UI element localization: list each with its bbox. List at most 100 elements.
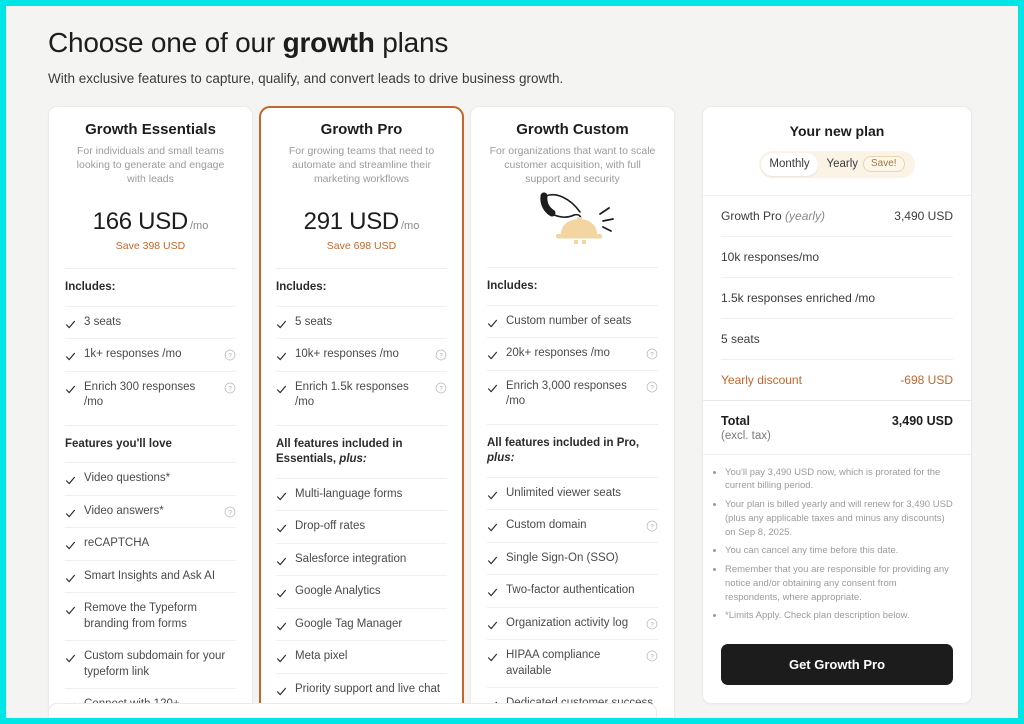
svg-text:?: ? (650, 622, 654, 628)
feature-row: Custom domain? (487, 509, 658, 542)
feature-row: Multi-language forms (276, 477, 447, 511)
plan-illustration (487, 188, 658, 251)
help-icon[interactable]: ? (224, 505, 236, 518)
svg-text:?: ? (650, 655, 654, 661)
feature-label: reCAPTCHA (84, 537, 150, 550)
plan-card-growth-pro[interactable]: Growth Pro For growing teams that need to… (259, 105, 464, 717)
feature-label: Organization activity log (506, 616, 629, 629)
svg-text:?: ? (650, 353, 654, 359)
plan-price-period: /mo (400, 220, 420, 233)
summary-total-row: Total (excl. tax) 3,490 USD (703, 399, 971, 454)
feature-label: Single Sign-On (SSO) (506, 551, 619, 564)
plan-card-group: Growth Essentials For individuals and sma… (48, 105, 675, 718)
feature-label: Google Analytics (295, 585, 381, 598)
summary-line-label: 1.5k responses enriched /mo (721, 290, 876, 305)
feature-label: HIPAA compliance available (506, 649, 601, 677)
help-icon[interactable]: ? (646, 617, 658, 630)
feature-label: Video answers* (84, 504, 164, 517)
page-subtitle: With exclusive features to capture, qual… (48, 70, 564, 86)
feature-row: Unlimited viewer seats (487, 476, 658, 510)
toggle-option-yearly[interactable]: Yearly Save! (818, 153, 913, 176)
feature-label: 20k+ responses /mo (506, 347, 610, 360)
feature-label: Drop-off rates (295, 520, 366, 533)
check-icon (276, 489, 287, 500)
help-icon[interactable]: ? (646, 380, 658, 392)
browser-viewport: Choose one of our growth plans With excl… (6, 6, 1018, 718)
feature-row: Priority support and live chat (276, 672, 447, 706)
check-icon (65, 571, 76, 582)
feature-row: HIPAA compliance available? (487, 639, 658, 687)
svg-text:?: ? (439, 386, 443, 392)
feature-row: Single Sign-On (SSO) (487, 541, 658, 575)
summary-line-label: Growth Pro (yearly) (721, 208, 826, 223)
summary-line: Yearly discount -698 USD (721, 358, 953, 400)
check-icon (65, 317, 76, 328)
toggle-option-yearly-label: Yearly (826, 158, 859, 171)
help-icon[interactable]: ? (646, 347, 658, 360)
fineprint-item: You can cancel any time before this date… (725, 544, 953, 558)
plan-description: For individuals and small teams looking … (76, 144, 225, 185)
check-icon (487, 585, 498, 597)
extra-features-title: All features included in Pro, plus: (487, 423, 658, 477)
feature-label: 10k+ responses /mo (295, 348, 399, 361)
feature-row: Smart Insights and Ask AI (65, 559, 236, 593)
feature-row: 1k+ responses /mo? (65, 338, 236, 371)
summary-title: Your new plan (789, 122, 885, 139)
pricing-columns: Growth Essentials For individuals and sma… (48, 105, 976, 718)
feature-row: Google Tag Manager (276, 607, 447, 641)
feature-row: Meta pixel (276, 640, 447, 673)
feature-row: Google Analytics (276, 575, 447, 608)
feature-label: Unlimited viewer seats (506, 486, 622, 499)
svg-text:?: ? (439, 354, 443, 360)
get-plan-button[interactable]: Get Growth Pro (721, 644, 953, 686)
summary-line: Growth Pro (yearly) 3,490 USD (721, 196, 953, 236)
feature-label: Priority support and live chat (295, 682, 441, 695)
check-icon (487, 520, 498, 532)
total-value: 3,490 USD (891, 413, 953, 428)
plan-price: 291 USD (303, 208, 400, 236)
summary-line-items: Growth Pro (yearly) 3,490 USD 10k response… (703, 196, 971, 400)
plan-name: Growth Custom (516, 120, 629, 138)
page-title-highlight: growth (282, 27, 375, 58)
help-icon[interactable]: ? (435, 381, 447, 393)
feature-row: Organization activity log? (487, 606, 658, 640)
svg-text:?: ? (228, 386, 232, 392)
feature-label: Remove the Typeform branding from forms (84, 602, 197, 630)
feature-label: Video questions* (84, 472, 171, 485)
feature-row: Video questions* (65, 462, 236, 495)
summary-header: Your new plan Monthly Yearly Save! (703, 107, 971, 196)
help-icon[interactable]: ? (224, 381, 236, 393)
feature-label: Custom domain (506, 519, 587, 532)
feature-label: Smart Insights and Ask AI (84, 569, 216, 582)
feature-row: Custom number of seats (487, 304, 658, 338)
toggle-option-monthly[interactable]: Monthly (761, 152, 819, 176)
check-icon (487, 488, 498, 499)
feature-label: 3 seats (84, 315, 122, 328)
feature-row: 5 seats (276, 305, 447, 339)
help-icon[interactable]: ? (646, 519, 658, 532)
check-icon (65, 473, 76, 485)
extra-features-title: Features you'll love (65, 424, 236, 463)
check-icon (276, 619, 287, 631)
check-icon (276, 521, 287, 533)
feature-label: Enrich 1.5k responses /mo (295, 380, 409, 409)
help-icon[interactable]: ? (435, 348, 447, 361)
fineprint-item: Remember that you are responsible for pr… (725, 563, 953, 604)
svg-text:?: ? (650, 525, 654, 531)
plan-savings: Save 698 USD (326, 240, 397, 253)
help-icon[interactable]: ? (646, 649, 658, 662)
fineprint-item: Your plan is billed yearly and will rene… (725, 498, 953, 539)
plan-card-growth-custom[interactable]: Growth Custom For organizations that want… (470, 105, 675, 718)
feature-label: 1k+ responses /mo (84, 348, 182, 361)
feature-label: 5 seats (295, 315, 333, 328)
check-icon (487, 348, 498, 360)
help-icon[interactable]: ? (224, 348, 236, 361)
check-icon (276, 554, 287, 565)
plan-card-growth-essentials[interactable]: Growth Essentials For individuals and sma… (48, 105, 253, 718)
check-icon (487, 650, 498, 662)
pricing-page: Choose one of our growth plans With excl… (6, 6, 1018, 718)
feature-label: Salesforce integration (295, 552, 407, 565)
summary-line: 1.5k responses enriched /mo (721, 276, 953, 318)
total-label: Total (721, 413, 750, 428)
billing-period-toggle[interactable]: Monthly Yearly Save! (759, 150, 915, 178)
